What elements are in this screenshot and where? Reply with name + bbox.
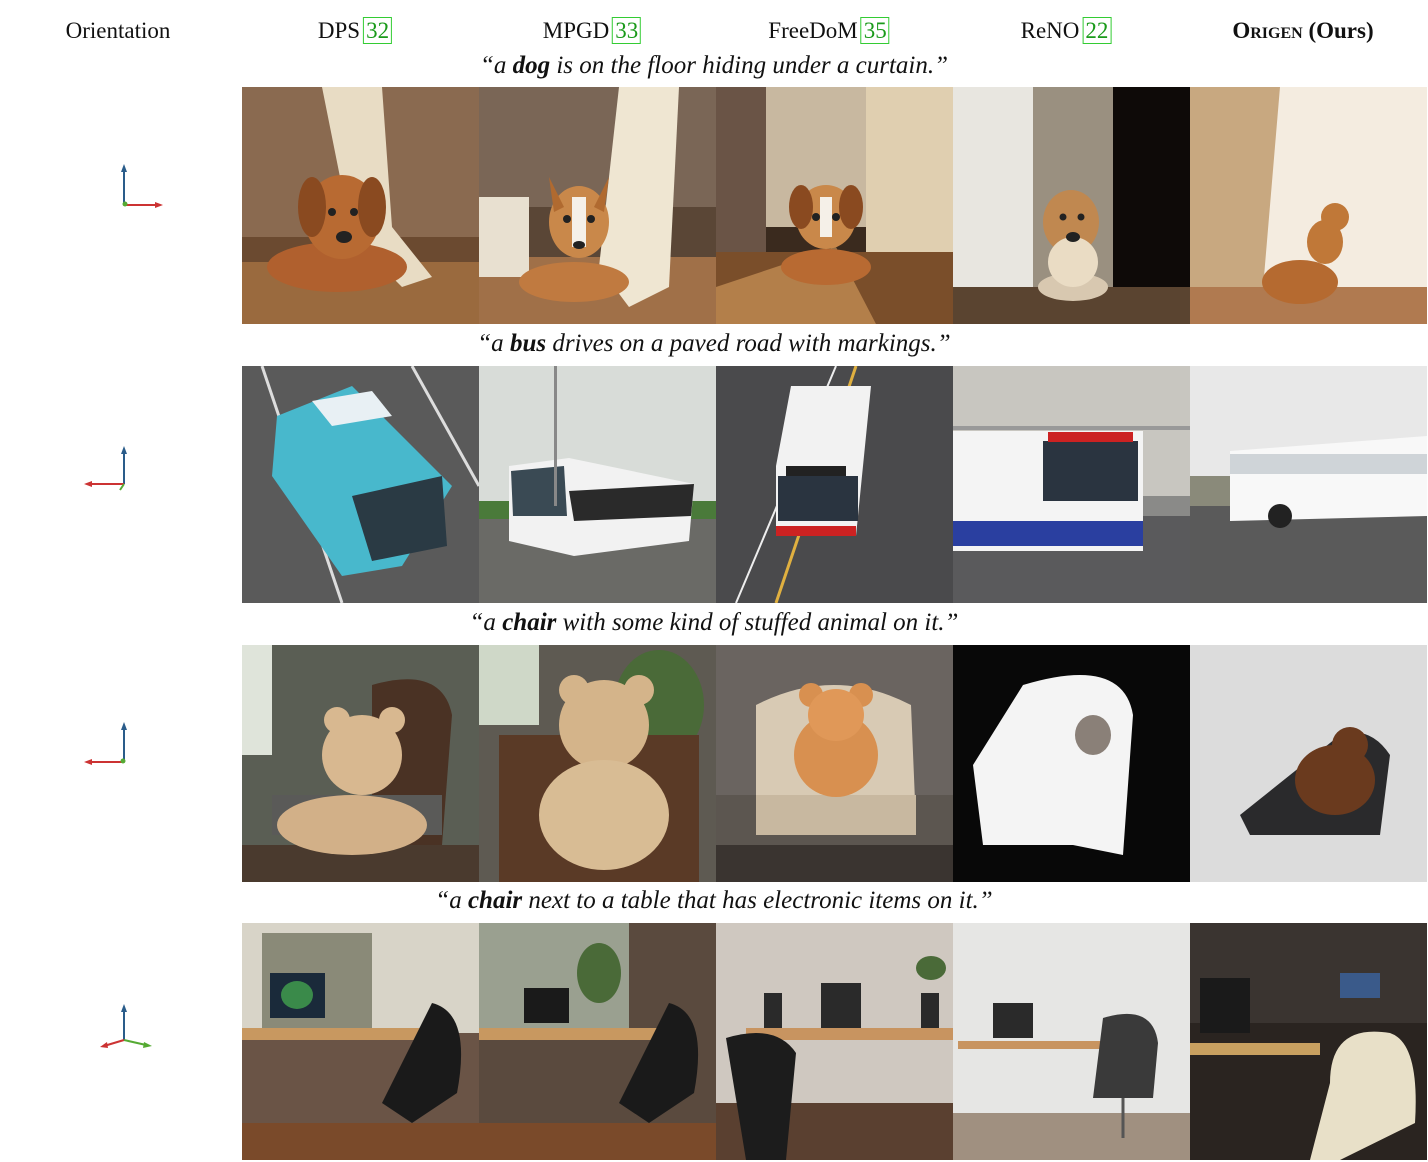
image-row	[242, 923, 1428, 1160]
generated-image-reno	[953, 923, 1190, 1160]
header-freedom: FreeDoM 35	[768, 17, 890, 44]
row-caption: “a dog is on the floor hiding under a cu…	[479, 52, 949, 79]
orientation-axes-icon	[100, 1004, 152, 1048]
header-dps: DPS 32	[318, 17, 393, 44]
generated-image-freedom	[716, 923, 953, 1160]
image-row	[242, 645, 1428, 882]
generated-image-reno	[953, 645, 1190, 882]
generated-image-mpgd	[479, 923, 716, 1160]
image-row	[242, 366, 1428, 603]
generated-image-reno	[953, 87, 1190, 324]
generated-image-mpgd	[479, 87, 716, 324]
row-caption: “a chair with some kind of stuffed anima…	[469, 609, 959, 636]
citation-link[interactable]: 35	[860, 17, 890, 44]
citation-link[interactable]: 22	[1082, 17, 1112, 44]
generated-image-ours	[1190, 923, 1427, 1160]
generated-image-dps	[242, 923, 479, 1160]
header-orientation: Orientation	[65, 18, 171, 43]
generated-image-dps	[242, 366, 479, 603]
generated-image-ours	[1190, 87, 1427, 324]
generated-image-reno	[953, 366, 1190, 603]
generated-image-mpgd	[479, 366, 716, 603]
header-mpgd: MPGD 33	[543, 17, 642, 44]
generated-image-dps	[242, 645, 479, 882]
orientation-axes-icon	[84, 446, 127, 491]
header-ours: Origen (Ours)	[1232, 18, 1374, 43]
header-reno: ReNO 22	[1021, 17, 1112, 44]
generated-image-freedom	[716, 87, 953, 324]
generated-image-mpgd	[479, 645, 716, 882]
orientation-axes-icon	[121, 164, 163, 208]
generated-image-freedom	[716, 645, 953, 882]
orientation-axes-icon	[84, 722, 127, 765]
citation-link[interactable]: 33	[612, 17, 642, 44]
row-caption: “a chair next to a table that has electr…	[435, 887, 993, 914]
generated-image-freedom	[716, 366, 953, 603]
generated-image-ours	[1190, 366, 1427, 603]
generated-image-dps	[242, 87, 479, 324]
row-caption: “a bus drives on a paved road with marki…	[477, 330, 951, 357]
citation-link[interactable]: 32	[363, 17, 393, 44]
image-row	[242, 87, 1428, 324]
generated-image-ours	[1190, 645, 1427, 882]
